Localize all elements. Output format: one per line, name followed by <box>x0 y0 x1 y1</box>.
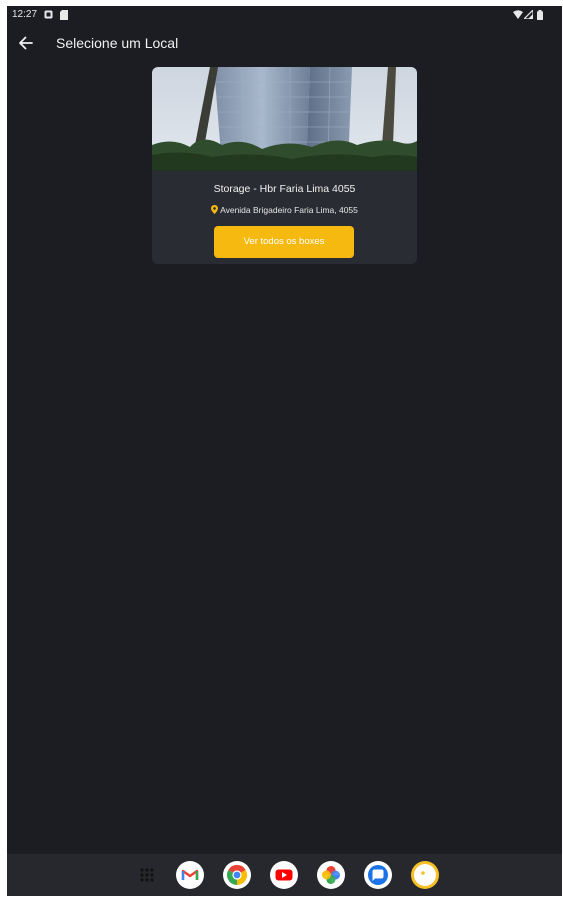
photos-icon[interactable] <box>317 861 345 889</box>
address-text: Avenida Brigadeiro Faria Lima, 4055 <box>220 205 358 215</box>
chrome-logo <box>223 861 251 889</box>
grid-icon <box>140 868 154 882</box>
messages-icon[interactable] <box>364 861 392 889</box>
arrow-back-icon <box>19 36 33 50</box>
status-time: 12:27 <box>12 9 38 20</box>
signal-icon <box>524 10 533 19</box>
gmail-icon[interactable] <box>176 861 204 889</box>
location-title: Storage - Hbr Faria Lima 4055 <box>213 183 356 195</box>
location-address: Avenida Brigadeiro Faria Lima, 4055 <box>152 205 417 215</box>
notification-icon <box>44 10 53 19</box>
battery-icon <box>537 10 543 20</box>
view-all-boxes-button[interactable]: Ver todos os boxes <box>214 226 354 258</box>
building-photo <box>152 67 417 171</box>
photos-logo <box>317 861 345 889</box>
status-bar: 12:27 <box>7 6 562 24</box>
messages-logo <box>364 861 392 889</box>
location-pin-icon <box>211 205 219 214</box>
app-drawer-icon[interactable] <box>133 861 161 889</box>
chrome-icon[interactable] <box>223 861 251 889</box>
device-screen: 12:27 Selecione um Local Storage - Hbr F… <box>7 6 562 896</box>
page-title: Selecione um Local <box>56 35 179 51</box>
wifi-icon <box>513 10 523 19</box>
sd-card-icon <box>60 10 68 20</box>
keep-logo <box>411 861 439 889</box>
app-bar: Selecione um Local <box>7 24 562 64</box>
back-button[interactable] <box>15 32 37 54</box>
keep-icon[interactable] <box>411 861 439 889</box>
youtube-icon[interactable] <box>270 861 298 889</box>
app-dock <box>7 854 562 896</box>
youtube-logo <box>270 861 298 889</box>
location-card[interactable]: Storage - Hbr Faria Lima 4055 Avenida Br… <box>152 67 417 264</box>
gmail-logo <box>176 861 204 889</box>
